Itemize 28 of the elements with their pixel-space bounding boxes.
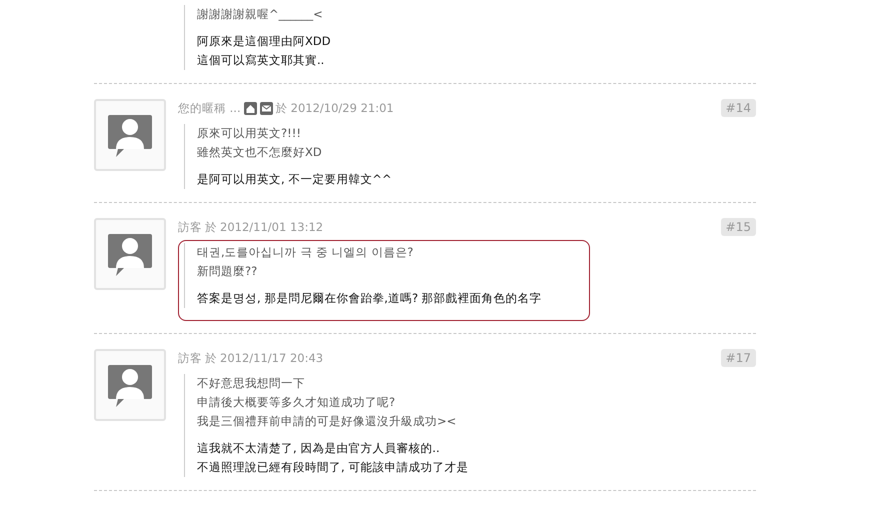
reply-text: 阿原來是這個理由阿XDD	[197, 33, 331, 50]
comment-text: 新問題麼??	[197, 263, 258, 280]
comment-number: #17	[720, 349, 756, 367]
reply-text: 這我就不太清楚了, 因為是由官方人員審核的..	[197, 440, 441, 457]
reply-text: 是阿可以用英文, 不一定要用韓文^^	[197, 171, 392, 188]
reply-text: 這個可以寫英文耶其實..	[197, 52, 326, 69]
comment-text: 申請後大概要等多久才知道成功了呢?	[197, 394, 396, 411]
reply-text: 答案是명성, 那是問尼爾在你會跆拳,道嗎? 那部戲裡面角色的名字	[197, 290, 543, 307]
comment-number: #15	[720, 218, 756, 236]
comment-text: 我是三個禮拜前申請的可是好像還沒升級成功><	[197, 413, 458, 430]
post-time: 2012/11/17 20:43	[220, 351, 324, 365]
post-time: 2012/11/01 13:12	[220, 220, 324, 234]
comment-text: 不好意思我想問一下	[197, 375, 306, 392]
home-icon[interactable]	[244, 102, 257, 114]
comment-number: #14	[720, 99, 756, 117]
comment-text: 謝謝謝謝親喔^______<	[197, 6, 324, 23]
post-time: 2012/10/29 21:01	[290, 101, 394, 115]
author-name: 訪客	[178, 350, 202, 366]
posted-on-label: 於	[205, 350, 217, 366]
posted-on-label: 於	[205, 220, 217, 234]
reply-text: 不過照理說已經有段時間了, 可能該申請成功了才是	[197, 459, 468, 476]
comment-text: 태권,도를아십니까 극 중 니엘의 이름은?	[197, 244, 414, 261]
comment-text: 雖然英文也不怎麼好XD	[197, 144, 323, 161]
author-name: 您的暱稱 ...	[178, 100, 241, 116]
mail-icon[interactable]	[260, 102, 273, 114]
comment-text: 原來可以用英文?!!!	[197, 125, 302, 142]
author-name: 訪客	[178, 220, 202, 234]
posted-on-label: 於	[276, 100, 288, 116]
